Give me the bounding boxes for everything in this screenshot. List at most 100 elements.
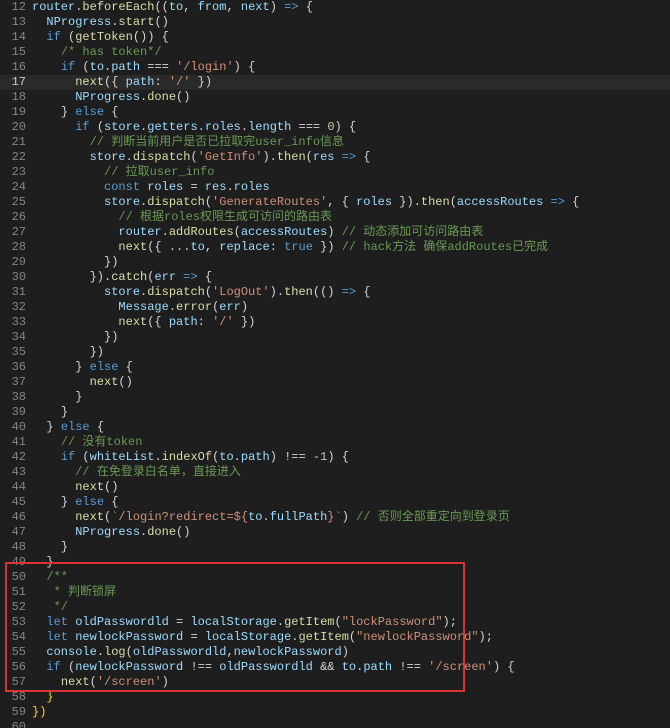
code-line[interactable]: 29 }) [0, 255, 670, 270]
code-line[interactable]: 12router.beforeEach((to, from, next) => … [0, 0, 670, 15]
line-code[interactable]: NProgress.done() [32, 525, 670, 540]
code-line[interactable]: 47 NProgress.done() [0, 525, 670, 540]
code-line[interactable]: 15 /* has token*/ [0, 45, 670, 60]
code-line[interactable]: 38 } [0, 390, 670, 405]
line-code[interactable]: } else { [32, 105, 670, 120]
line-code[interactable]: * 判断锁屏 [32, 585, 670, 600]
code-line[interactable]: 59}) [0, 705, 670, 720]
code-editor[interactable]: 12router.beforeEach((to, from, next) => … [0, 0, 670, 728]
line-code[interactable]: next({ path: '/' }) [32, 75, 670, 90]
code-line[interactable]: 19 } else { [0, 105, 670, 120]
line-code[interactable]: if (newlockPassword !== oldPasswordld &&… [32, 660, 670, 675]
line-code[interactable]: } else { [32, 360, 670, 375]
line-code[interactable]: }) [32, 705, 670, 720]
line-code[interactable]: // 判断当前用户是否已拉取完user_info信息 [32, 135, 670, 150]
code-line[interactable]: 18 NProgress.done() [0, 90, 670, 105]
line-code[interactable]: store.dispatch('GetInfo').then(res => { [32, 150, 670, 165]
line-code[interactable]: // 没有token [32, 435, 670, 450]
line-code[interactable]: let newlockPassword = localStorage.getIt… [32, 630, 670, 645]
line-code[interactable]: /** [32, 570, 670, 585]
code-line[interactable]: 21 // 判断当前用户是否已拉取完user_info信息 [0, 135, 670, 150]
code-line[interactable]: 25 store.dispatch('GenerateRoutes', { ro… [0, 195, 670, 210]
line-code[interactable]: // 在免登录白名单，直接进入 [32, 465, 670, 480]
line-code[interactable]: Message.error(err) [32, 300, 670, 315]
code-line[interactable]: 13 NProgress.start() [0, 15, 670, 30]
line-code[interactable]: if (store.getters.roles.length === 0) { [32, 120, 670, 135]
code-line[interactable]: 41 // 没有token [0, 435, 670, 450]
line-code[interactable]: next('/screen') [32, 675, 670, 690]
line-code[interactable]: next({ path: '/' }) [32, 315, 670, 330]
code-line[interactable]: 49 } [0, 555, 670, 570]
code-line[interactable]: 48 } [0, 540, 670, 555]
line-code[interactable]: if (getToken()) { [32, 30, 670, 45]
code-line[interactable]: 54 let newlockPassword = localStorage.ge… [0, 630, 670, 645]
code-line[interactable]: 26 // 根据roles权限生成可访问的路由表 [0, 210, 670, 225]
code-line[interactable]: 55 console.log(oldPasswordld,newlockPass… [0, 645, 670, 660]
code-line[interactable]: 20 if (store.getters.roles.length === 0)… [0, 120, 670, 135]
line-code[interactable]: // 拉取user_info [32, 165, 670, 180]
line-code[interactable]: let oldPasswordld = localStorage.getItem… [32, 615, 670, 630]
code-line[interactable]: 58 } [0, 690, 670, 705]
line-code[interactable]: } [32, 555, 670, 570]
line-code[interactable]: next(`/login?redirect=${to.fullPath}`) /… [32, 510, 670, 525]
code-line[interactable]: 31 store.dispatch('LogOut').then(() => { [0, 285, 670, 300]
code-line[interactable]: 35 }) [0, 345, 670, 360]
code-line[interactable]: 23 // 拉取user_info [0, 165, 670, 180]
line-code[interactable]: router.beforeEach((to, from, next) => { [32, 0, 670, 15]
code-line[interactable]: 43 // 在免登录白名单，直接进入 [0, 465, 670, 480]
line-code[interactable]: next({ ...to, replace: true }) // hack方法… [32, 240, 670, 255]
code-line[interactable]: 40 } else { [0, 420, 670, 435]
line-code[interactable]: const roles = res.roles [32, 180, 670, 195]
code-line[interactable]: 56 if (newlockPassword !== oldPasswordld… [0, 660, 670, 675]
code-line[interactable]: 34 }) [0, 330, 670, 345]
line-code[interactable]: } [32, 540, 670, 555]
line-code[interactable]: } [32, 390, 670, 405]
line-code[interactable]: }) [32, 345, 670, 360]
code-line[interactable]: 51 * 判断锁屏 [0, 585, 670, 600]
line-code[interactable]: NProgress.done() [32, 90, 670, 105]
line-code[interactable]: }).catch(err => { [32, 270, 670, 285]
code-line[interactable]: 44 next() [0, 480, 670, 495]
code-line[interactable]: 60 [0, 720, 670, 728]
code-line[interactable]: 45 } else { [0, 495, 670, 510]
line-code[interactable]: */ [32, 600, 670, 615]
code-line[interactable]: 28 next({ ...to, replace: true }) // hac… [0, 240, 670, 255]
code-line[interactable]: 57 next('/screen') [0, 675, 670, 690]
line-code[interactable]: if (to.path === '/login') { [32, 60, 670, 75]
line-code[interactable]: store.dispatch('LogOut').then(() => { [32, 285, 670, 300]
code-line[interactable]: 39 } [0, 405, 670, 420]
code-line[interactable]: 33 next({ path: '/' }) [0, 315, 670, 330]
code-line[interactable]: 17 next({ path: '/' }) [0, 75, 670, 90]
code-line[interactable]: 37 next() [0, 375, 670, 390]
line-code[interactable]: } else { [32, 495, 670, 510]
line-code[interactable]: } else { [32, 420, 670, 435]
line-code[interactable]: } [32, 690, 670, 705]
code-line[interactable]: 16 if (to.path === '/login') { [0, 60, 670, 75]
code-line[interactable]: 32 Message.error(err) [0, 300, 670, 315]
line-code[interactable]: store.dispatch('GenerateRoutes', { roles… [32, 195, 670, 210]
line-code[interactable]: // 根据roles权限生成可访问的路由表 [32, 210, 670, 225]
code-line[interactable]: 42 if (whiteList.indexOf(to.path) !== -1… [0, 450, 670, 465]
code-line[interactable]: 36 } else { [0, 360, 670, 375]
line-code[interactable]: next() [32, 480, 670, 495]
line-code[interactable]: /* has token*/ [32, 45, 670, 60]
code-line[interactable]: 53 let oldPasswordld = localStorage.getI… [0, 615, 670, 630]
line-code[interactable] [32, 720, 670, 728]
code-line[interactable]: 52 */ [0, 600, 670, 615]
line-code[interactable]: router.addRoutes(accessRoutes) // 动态添加可访… [32, 225, 670, 240]
code-lines[interactable]: 12router.beforeEach((to, from, next) => … [0, 0, 670, 728]
line-code[interactable]: next() [32, 375, 670, 390]
line-code[interactable]: if (whiteList.indexOf(to.path) !== -1) { [32, 450, 670, 465]
code-line[interactable]: 27 router.addRoutes(accessRoutes) // 动态添… [0, 225, 670, 240]
line-code[interactable]: } [32, 405, 670, 420]
line-code[interactable]: }) [32, 255, 670, 270]
code-line[interactable]: 24 const roles = res.roles [0, 180, 670, 195]
code-line[interactable]: 22 store.dispatch('GetInfo').then(res =>… [0, 150, 670, 165]
code-line[interactable]: 50 /** [0, 570, 670, 585]
code-line[interactable]: 46 next(`/login?redirect=${to.fullPath}`… [0, 510, 670, 525]
line-code[interactable]: console.log(oldPasswordld,newlockPasswor… [32, 645, 670, 660]
code-line[interactable]: 30 }).catch(err => { [0, 270, 670, 285]
line-code[interactable]: NProgress.start() [32, 15, 670, 30]
line-code[interactable]: }) [32, 330, 670, 345]
code-line[interactable]: 14 if (getToken()) { [0, 30, 670, 45]
